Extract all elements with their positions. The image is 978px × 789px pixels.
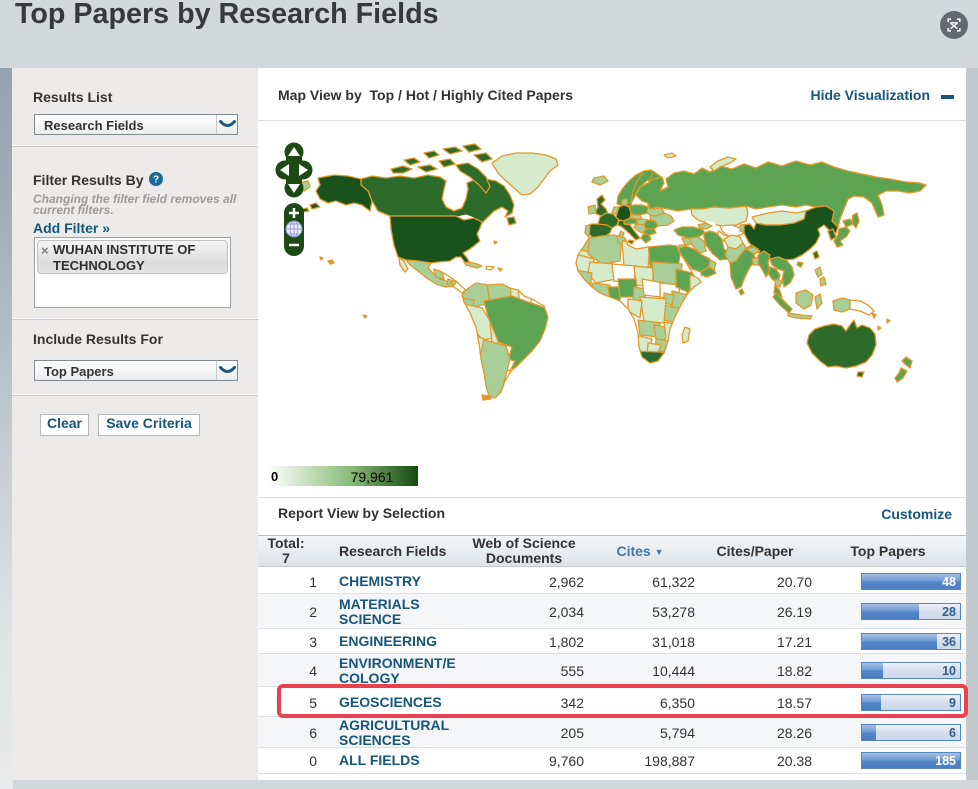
svg-text:79,961: 79,961 xyxy=(351,469,394,485)
svg-text:?: ? xyxy=(153,175,159,186)
svg-text:0: 0 xyxy=(271,469,278,484)
